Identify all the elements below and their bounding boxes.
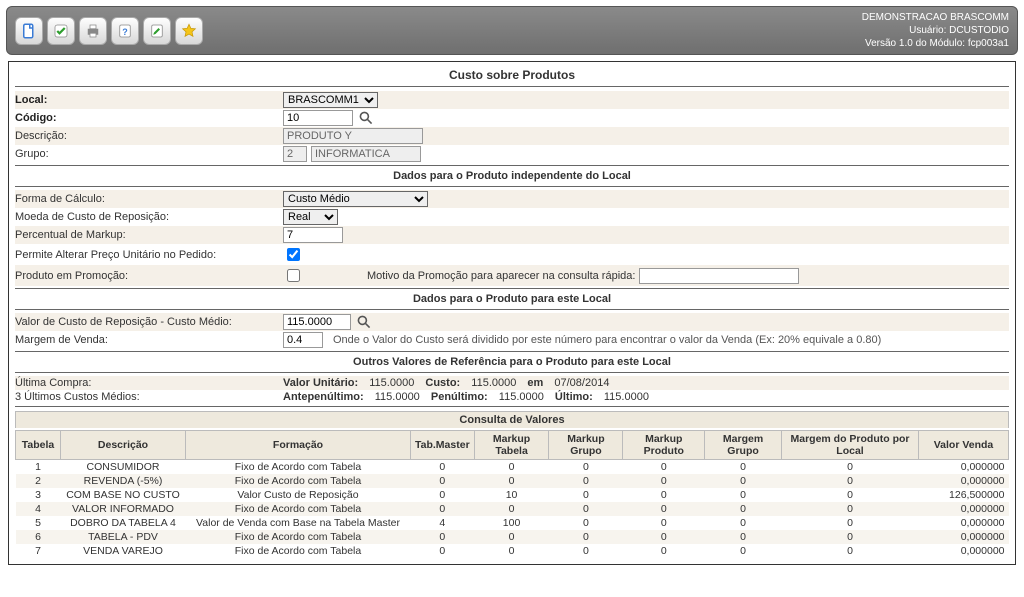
col-tabela: Tabela bbox=[16, 431, 61, 460]
permite-label: Permite Alterar Preço Unitário no Pedido… bbox=[15, 249, 283, 261]
forma-label: Forma de Cálculo: bbox=[15, 193, 283, 205]
ult3-label: 3 Últimos Custos Médios: bbox=[15, 391, 283, 403]
table-row[interactable]: 1CONSUMIDORFixo de Acordo com Tabela0000… bbox=[16, 460, 1009, 475]
main-frame: Custo sobre Produtos Local: BRASCOMM1 Có… bbox=[8, 61, 1016, 565]
edit-button[interactable] bbox=[143, 17, 171, 45]
section3-title: Outros Valores de Referência para o Prod… bbox=[15, 352, 1009, 373]
col-mkproduto: Markup Produto bbox=[623, 431, 705, 460]
user-name: DCUSTODIO bbox=[949, 25, 1009, 36]
page-title: Custo sobre Produtos bbox=[15, 64, 1009, 87]
codigo-lookup-icon[interactable] bbox=[357, 110, 375, 126]
ultimo-lbl: Último: bbox=[555, 391, 593, 403]
local-label: Local: bbox=[15, 94, 283, 106]
em-lbl: em bbox=[527, 377, 543, 389]
col-formacao: Formação bbox=[186, 431, 411, 460]
grupo-name-input bbox=[311, 146, 421, 162]
valorcusto-label: Valor de Custo de Reposição - Custo Médi… bbox=[15, 316, 283, 328]
col-descricao: Descrição bbox=[61, 431, 186, 460]
margem-hint: Onde o Valor do Custo será dividido por … bbox=[333, 334, 881, 346]
col-margemlocal: Margem do Produto por Local bbox=[782, 431, 919, 460]
custo-lbl: Custo: bbox=[425, 377, 460, 389]
grupo-code-input bbox=[283, 146, 307, 162]
table-row[interactable]: 5DOBRO DA TABELA 4Valor de Venda com Bas… bbox=[16, 516, 1009, 530]
promo-label: Produto em Promoção: bbox=[15, 270, 283, 282]
table-row[interactable]: 7VENDA VAREJOFixo de Acordo com Tabela00… bbox=[16, 544, 1009, 558]
descricao-label: Descrição: bbox=[15, 130, 283, 142]
table-row[interactable]: 6TABELA - PDVFixo de Acordo com Tabela00… bbox=[16, 530, 1009, 544]
favorite-button[interactable] bbox=[175, 17, 203, 45]
col-mktabela: Markup Tabela bbox=[474, 431, 549, 460]
descricao-input bbox=[283, 128, 423, 144]
module-code: fcp003a1 bbox=[968, 38, 1009, 49]
margem-label: Margem de Venda: bbox=[15, 334, 283, 346]
col-valorvenda: Valor Venda bbox=[919, 431, 1009, 460]
penult-val: 115.0000 bbox=[499, 391, 544, 403]
table-row[interactable]: 3COM BASE NO CUSTOValor Custo de Reposiç… bbox=[16, 488, 1009, 502]
grupo-label: Grupo: bbox=[15, 148, 283, 160]
version-prefix: Versão 1.0 do Módulo: bbox=[865, 38, 965, 49]
margem-input[interactable] bbox=[283, 332, 323, 348]
promo-checkbox[interactable] bbox=[287, 269, 300, 282]
valores-table: Tabela Descrição Formação Tab.Master Mar… bbox=[15, 430, 1009, 558]
antepen-val: 115.0000 bbox=[375, 391, 420, 403]
valunit-lbl: Valor Unitário: bbox=[283, 377, 358, 389]
markup-input[interactable] bbox=[283, 227, 343, 243]
valtable-caption: Consulta de Valores bbox=[15, 411, 1009, 428]
penult-lbl: Penúltimo: bbox=[431, 391, 488, 403]
section1-title: Dados para o Produto independente do Loc… bbox=[15, 166, 1009, 187]
company-label: DEMONSTRACAO BRASCOMM bbox=[862, 11, 1009, 24]
markup-label: Percentual de Markup: bbox=[15, 229, 283, 241]
toolbar: ? DEMONSTRACAO BRASCOMM Usuário: DCUSTOD… bbox=[6, 6, 1018, 55]
table-row[interactable]: 2REVENDA (-5%)Fixo de Acordo com Tabela0… bbox=[16, 474, 1009, 488]
valunit-val: 115.0000 bbox=[369, 377, 414, 389]
codigo-label: Código: bbox=[15, 112, 283, 124]
motivo-label: Motivo da Promoção para aparecer na cons… bbox=[367, 270, 635, 282]
user-prefix: Usuário: bbox=[909, 25, 946, 36]
valorcusto-lookup-icon[interactable] bbox=[355, 314, 373, 330]
motivo-input[interactable] bbox=[639, 268, 799, 284]
help-button[interactable]: ? bbox=[111, 17, 139, 45]
col-tabmaster: Tab.Master bbox=[411, 431, 475, 460]
col-margemgrupo: Margem Grupo bbox=[705, 431, 782, 460]
svg-text:?: ? bbox=[122, 26, 128, 36]
section2-title: Dados para o Produto para este Local bbox=[15, 289, 1009, 310]
permite-checkbox[interactable] bbox=[287, 248, 300, 261]
antepen-lbl: Antepenúltimo: bbox=[283, 391, 364, 403]
col-mkgrupo: Markup Grupo bbox=[549, 431, 623, 460]
new-doc-button[interactable] bbox=[15, 17, 43, 45]
custo-val: 115.0000 bbox=[471, 377, 516, 389]
print-button[interactable] bbox=[79, 17, 107, 45]
ultimo-val: 115.0000 bbox=[604, 391, 649, 403]
moeda-select[interactable]: Real bbox=[283, 209, 338, 225]
ultcompra-label: Última Compra: bbox=[15, 377, 283, 389]
moeda-label: Moeda de Custo de Reposição: bbox=[15, 211, 283, 223]
codigo-input[interactable] bbox=[283, 110, 353, 126]
forma-select[interactable]: Custo Médio bbox=[283, 191, 428, 207]
valorcusto-input[interactable] bbox=[283, 314, 351, 330]
confirm-button[interactable] bbox=[47, 17, 75, 45]
data-val: 07/08/2014 bbox=[554, 377, 609, 389]
table-row[interactable]: 4VALOR INFORMADOFixo de Acordo com Tabel… bbox=[16, 502, 1009, 516]
local-select[interactable]: BRASCOMM1 bbox=[283, 92, 378, 108]
